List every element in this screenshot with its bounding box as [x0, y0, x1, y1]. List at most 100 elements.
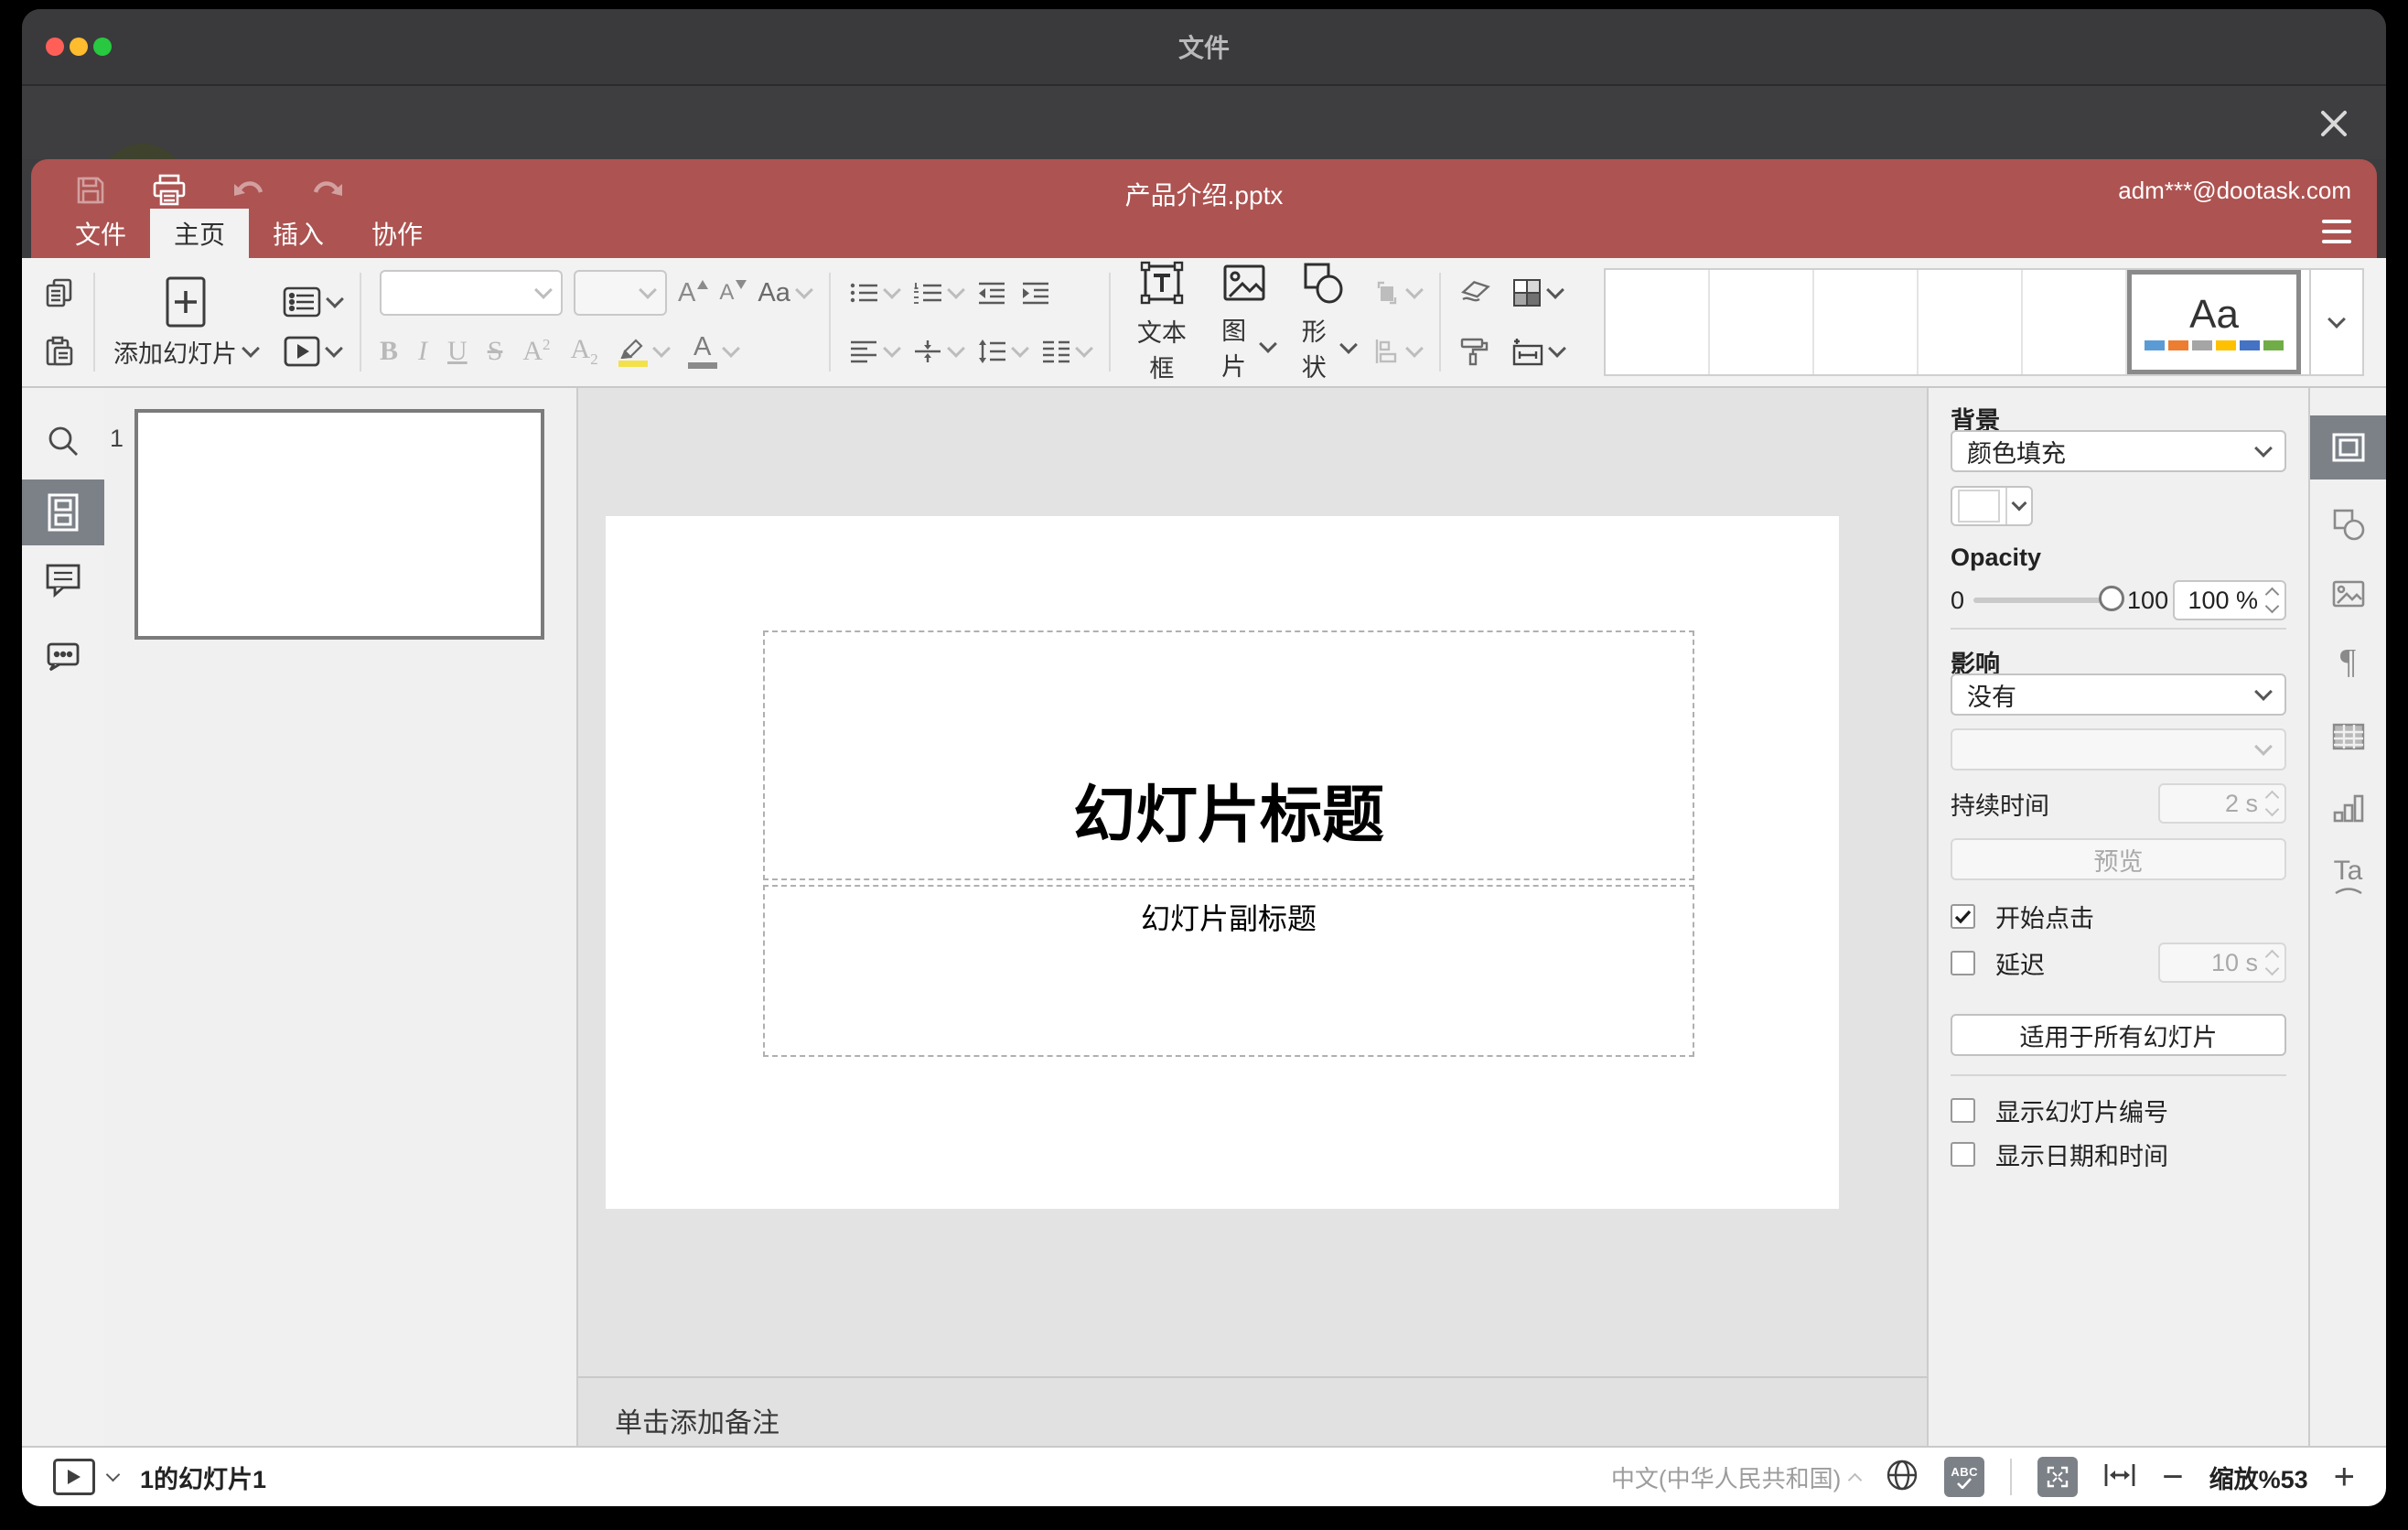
superscript-icon[interactable]: A2	[522, 336, 550, 367]
notes-area[interactable]: 单击添加备注	[578, 1376, 1927, 1446]
numbering-icon[interactable]	[913, 280, 965, 306]
theme-thumbnail[interactable]	[1710, 270, 1815, 374]
start-slideshow-icon[interactable]	[284, 336, 343, 367]
zoom-level: 缩放%53	[2209, 1465, 2308, 1493]
add-slide-button[interactable]: 添加幻灯片	[113, 334, 260, 370]
subtitle-placeholder[interactable]: 幻灯片副标题	[763, 885, 1694, 1057]
opacity-min: 0	[1951, 586, 1965, 614]
text-art-settings-icon[interactable]: Ta	[2310, 844, 2386, 908]
document-title: 产品介绍.pptx	[1124, 181, 1284, 210]
globe-icon[interactable]	[1886, 1459, 1919, 1496]
current-color-swatch	[1958, 490, 2000, 523]
opacity-slider-knob[interactable]	[2099, 586, 2125, 611]
chart-settings-icon[interactable]	[2310, 776, 2386, 840]
bullets-icon[interactable]	[849, 280, 901, 306]
slides-panel-icon[interactable]	[22, 479, 104, 545]
opacity-slider[interactable]	[1973, 586, 2125, 611]
increase-font-icon[interactable]: A	[678, 278, 709, 308]
chat-icon[interactable]	[22, 622, 104, 688]
color-scheme-icon[interactable]	[1512, 278, 1564, 307]
theme-thumbnail-selected[interactable]: Aa	[2127, 270, 2302, 374]
copy-style-icon[interactable]	[1459, 337, 1490, 366]
slide-size-icon[interactable]	[1512, 337, 1566, 366]
theme-thumbnail[interactable]	[1919, 270, 2024, 374]
image-settings-icon[interactable]	[2310, 562, 2386, 626]
delay-checkbox[interactable]	[1951, 950, 1975, 975]
overlay-strip	[22, 86, 2386, 232]
show-date-row: 显示日期和时间	[1951, 1137, 2286, 1172]
clear-style-icon[interactable]	[1459, 279, 1490, 307]
columns-icon[interactable]	[1041, 339, 1093, 364]
highlight-color-icon[interactable]	[618, 337, 671, 367]
opacity-spinner[interactable]: 100 %	[2173, 580, 2286, 620]
table-settings-icon[interactable]	[2310, 705, 2386, 769]
subscript-icon[interactable]: A2	[571, 334, 598, 369]
arrange-shape-icon[interactable]	[1373, 279, 1424, 307]
language-select[interactable]: 中文(中华人民共和国)	[1611, 1460, 1863, 1494]
slide[interactable]: 幻灯片标题 幻灯片副标题	[606, 516, 1839, 1209]
line-spacing-icon[interactable]	[977, 339, 1029, 364]
comments-icon[interactable]	[22, 547, 104, 613]
tab-insert[interactable]: 插入	[249, 209, 348, 258]
slide-thumbnails-panel: 1	[104, 388, 578, 1446]
search-icon[interactable]	[22, 408, 104, 474]
right-rail: ¶ Ta	[2308, 388, 2386, 1446]
vertical-align-icon[interactable]	[913, 339, 965, 364]
align-shape-icon[interactable]	[1373, 338, 1424, 365]
italic-icon[interactable]: I	[418, 336, 427, 367]
tab-home[interactable]: 主页	[150, 209, 250, 258]
close-icon[interactable]	[2318, 108, 2349, 139]
text-box-button[interactable]: 文本框	[1129, 258, 1195, 386]
show-date-checkbox[interactable]	[1951, 1142, 1975, 1167]
slide-layout-icon[interactable]	[283, 286, 344, 318]
strikeout-icon[interactable]: S	[488, 336, 503, 367]
theme-gallery-expand-icon[interactable]	[2309, 270, 2362, 374]
theme-thumbnail[interactable]	[1814, 270, 1919, 374]
fit-to-slide-icon[interactable]	[2037, 1457, 2079, 1497]
add-slide-icon[interactable]	[165, 275, 207, 329]
zoom-out-icon[interactable]: −	[2162, 1459, 2183, 1495]
change-case-icon[interactable]: Aa	[758, 278, 813, 308]
title-placeholder[interactable]: 幻灯片标题	[763, 630, 1694, 880]
font-size-select[interactable]	[574, 270, 667, 316]
fill-color-button[interactable]	[1951, 486, 2033, 526]
show-slide-number-checkbox[interactable]	[1951, 1098, 1975, 1123]
divider	[1951, 1074, 2286, 1076]
preview-button: 预览	[1951, 838, 2286, 880]
font-color-icon[interactable]: A	[687, 334, 740, 369]
horizontal-align-icon[interactable]	[849, 339, 901, 364]
decrease-font-icon[interactable]: A	[719, 280, 747, 306]
underline-icon[interactable]: U	[447, 336, 468, 367]
effect-select[interactable]: 没有	[1951, 673, 2286, 716]
status-bar: 1的幻灯片1 中文(中华人民共和国) ABC − 缩放%53 +	[22, 1446, 2386, 1506]
copy-icon[interactable]	[44, 277, 75, 308]
increase-indent-icon[interactable]	[1021, 280, 1050, 306]
insert-shape-button[interactable]: 形状	[1293, 258, 1358, 386]
slideshow-options-icon[interactable]	[105, 1467, 121, 1482]
fit-to-width-icon[interactable]	[2103, 1461, 2136, 1493]
theme-thumbnail[interactable]	[2023, 270, 2128, 374]
insert-image-button[interactable]: 图片	[1213, 258, 1278, 386]
fill-type-select[interactable]: 颜色填充	[1951, 430, 2286, 472]
shape-settings-icon[interactable]	[2310, 492, 2386, 556]
tab-file[interactable]: 文件	[51, 209, 150, 258]
slide-number: 1	[110, 425, 124, 452]
spellcheck-icon[interactable]: ABC	[1944, 1457, 1985, 1497]
paragraph-settings-icon[interactable]: ¶	[2310, 630, 2386, 694]
menu-icon[interactable]	[2322, 220, 2351, 243]
divider	[1951, 628, 2286, 630]
decrease-indent-icon[interactable]	[977, 280, 1006, 306]
tab-collaboration[interactable]: 协作	[348, 209, 446, 258]
slide-settings-icon[interactable]	[2310, 415, 2386, 479]
start-on-click-checkbox[interactable]	[1951, 904, 1975, 929]
style-group	[1459, 258, 1566, 386]
start-slideshow-status-icon[interactable]	[53, 1459, 95, 1495]
paste-icon[interactable]	[44, 336, 75, 367]
slide-thumbnail[interactable]	[134, 409, 544, 640]
zoom-in-icon[interactable]: +	[2334, 1459, 2355, 1495]
theme-thumbnail[interactable]	[1606, 270, 1711, 374]
theme-thumbnail[interactable]	[2301, 270, 2309, 374]
bold-icon[interactable]: B	[380, 336, 398, 367]
font-name-select[interactable]	[380, 270, 563, 316]
apply-to-all-button[interactable]: 适用于所有幻灯片	[1951, 1014, 2286, 1056]
